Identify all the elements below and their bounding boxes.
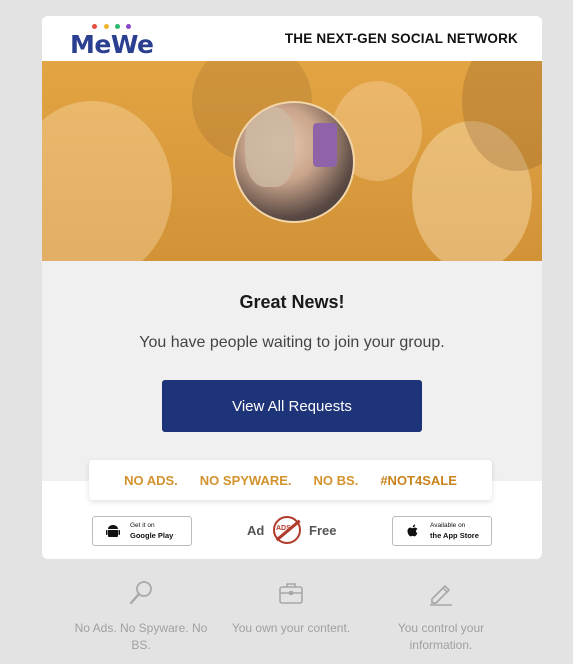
feature-text: You own your content. xyxy=(231,621,351,635)
apple-icon xyxy=(407,524,418,537)
feature-item: You control your information. xyxy=(366,578,516,654)
feature-item: No Ads. No Spyware. No BS. xyxy=(66,578,216,654)
message-body: Great News! You have people waiting to j… xyxy=(42,261,542,481)
hero-banner xyxy=(42,61,542,261)
feature-item: You own your content. xyxy=(216,578,366,637)
ad-text: Ad xyxy=(247,523,265,538)
google-play-line1: Get it on xyxy=(130,522,155,529)
pencil-icon xyxy=(430,585,452,606)
promo-ribbon: NO ADS. NO SPYWARE. NO BS. #NOT4SALE xyxy=(89,460,492,500)
ribbon-item: NO SPYWARE. xyxy=(199,472,292,488)
group-avatar xyxy=(233,101,355,223)
google-play-line2: Google Play xyxy=(130,531,174,540)
briefcase-icon xyxy=(279,583,303,604)
no-ads-stamp-icon: ADS xyxy=(273,516,301,544)
feature-row: No Ads. No Spyware. No BS. You own your … xyxy=(42,578,542,664)
app-store-line1: Available on xyxy=(430,522,466,529)
email-header: MeWe THE NEXT-GEN SOCIAL NETWORK xyxy=(42,16,542,61)
mewe-logo[interactable]: MeWe xyxy=(70,24,154,59)
ribbon-item: #NOT4SALE xyxy=(380,472,457,488)
app-store-line2: the App Store xyxy=(430,531,479,540)
android-icon xyxy=(106,525,120,537)
feature-text: You control your information. xyxy=(397,621,485,652)
google-play-badge[interactable]: Get it on Google Play xyxy=(92,516,192,546)
body-text: You have people waiting to join your gro… xyxy=(139,334,445,351)
view-all-requests-button[interactable]: View All Requests xyxy=(162,380,422,432)
logo-text: MeWe xyxy=(70,30,154,59)
headline: Great News! xyxy=(239,292,345,312)
app-badges: Get it on Google Play Ad ADS Free Availa… xyxy=(42,516,542,546)
app-store-badge[interactable]: Available on the App Store xyxy=(392,516,492,546)
ribbon-item: NO ADS. xyxy=(124,472,178,488)
tagline: THE NEXT-GEN SOCIAL NETWORK xyxy=(284,31,518,46)
ribbon-item: NO BS. xyxy=(313,472,359,488)
email-card: MeWe THE NEXT-GEN SOCIAL NETWORK Great N… xyxy=(42,16,542,559)
free-text: Free xyxy=(309,523,337,538)
ad-free-mark: Ad ADS Free xyxy=(247,516,337,544)
feature-text: No Ads. No Spyware. No BS. xyxy=(74,621,208,652)
search-icon xyxy=(129,581,152,605)
